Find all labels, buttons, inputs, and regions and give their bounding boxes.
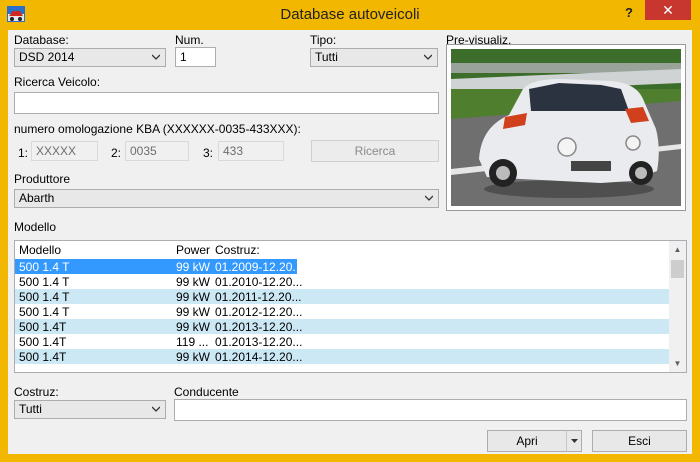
kba-field3-label: 3:: [203, 146, 214, 160]
column-header-power[interactable]: Power: [176, 243, 210, 257]
tipo-select-value: Tutti: [315, 50, 338, 64]
produttore-select-value: Abarth: [19, 191, 55, 205]
scroll-down-icon[interactable]: ▼: [669, 355, 686, 372]
table-row[interactable]: 500 1.4 T 99 kW 01.2010-12.20...: [15, 274, 670, 289]
row-model: 500 1.4T: [19, 320, 67, 334]
produttore-select[interactable]: Abarth: [14, 189, 439, 208]
row-power: 119 ...: [176, 335, 209, 349]
window-title: Database autoveicoli: [280, 6, 420, 23]
row-power: 99 kW: [176, 320, 211, 334]
vehicle-preview-image: [446, 44, 686, 211]
row-model: 500 1.4 T: [19, 290, 70, 304]
modello-list-header: Modello Power Costruz:: [15, 241, 670, 258]
kba-field2-input[interactable]: 0035: [125, 141, 189, 161]
chevron-down-icon: [152, 406, 160, 412]
database-select-value: DSD 2014: [19, 50, 75, 64]
database-select[interactable]: DSD 2014: [14, 48, 166, 67]
row-power: 99 kW: [176, 260, 211, 274]
database-label: Database:: [14, 33, 69, 47]
column-header-modello[interactable]: Modello: [19, 243, 61, 257]
table-row[interactable]: 500 1.4T 99 kW 01.2013-12.20...: [15, 319, 670, 334]
row-power: 99 kW: [176, 305, 211, 319]
conducente-input[interactable]: [174, 399, 687, 421]
kba-field3-input[interactable]: 433: [218, 141, 284, 161]
ricerca-veicolo-label: Ricerca Veicolo:: [14, 75, 101, 89]
chevron-down-icon: [424, 54, 432, 60]
row-costruz: 01.2014-12.20...: [215, 350, 303, 364]
num-input[interactable]: 1: [175, 47, 216, 67]
row-model: 500 1.4T: [19, 350, 67, 364]
costruz-select-value: Tutti: [19, 402, 42, 416]
tipo-select[interactable]: Tutti: [310, 48, 438, 67]
modello-list-scrollbar[interactable]: ▲ ▼: [669, 241, 686, 372]
column-header-costruz[interactable]: Costruz:: [215, 243, 260, 257]
row-power: 99 kW: [176, 290, 211, 304]
title-bar: Database autoveicoli ? ✕: [0, 0, 700, 30]
scroll-thumb[interactable]: [671, 260, 684, 278]
row-costruz: 01.2009-12.20...: [215, 260, 303, 274]
help-button[interactable]: ?: [617, 3, 641, 23]
chevron-down-icon: [152, 54, 160, 60]
chevron-down-icon: [425, 195, 433, 201]
close-button[interactable]: Esci: [592, 430, 687, 452]
scroll-up-icon[interactable]: ▲: [669, 241, 686, 258]
row-costruz: 01.2010-12.20...: [215, 275, 303, 289]
row-model: 500 1.4 T: [19, 260, 70, 274]
chevron-down-icon: [571, 439, 578, 443]
row-model: 500 1.4T: [19, 335, 67, 349]
ricerca-button[interactable]: Ricerca: [311, 140, 439, 162]
table-row[interactable]: 500 1.4 T 99 kW 01.2009-12.20...: [15, 259, 670, 274]
row-power: 99 kW: [176, 275, 211, 289]
table-row[interactable]: 500 1.4 T 99 kW 01.2012-12.20...: [15, 304, 670, 319]
tipo-label: Tipo:: [310, 33, 337, 47]
num-label: Num.: [175, 33, 204, 47]
kba-label: numero omologazione KBA (XXXXXX-0035-433…: [14, 122, 301, 136]
kba-field1-input[interactable]: XXXXX: [31, 141, 98, 161]
modello-label: Modello: [14, 220, 57, 234]
kba-field2-label: 2:: [111, 146, 122, 160]
modello-list[interactable]: Modello Power Costruz: 500 1.4 T 99 kW 0…: [14, 240, 687, 373]
costruz-select[interactable]: Tutti: [14, 400, 166, 419]
row-costruz: 01.2011-12.20...: [215, 290, 302, 304]
ricerca-veicolo-input[interactable]: [14, 92, 439, 114]
row-costruz: 01.2013-12.20...: [215, 320, 303, 334]
row-costruz: 01.2012-12.20...: [215, 305, 303, 319]
close-window-button[interactable]: ✕: [645, 0, 691, 20]
conducente-label: Conducente: [174, 385, 239, 399]
open-menu-button[interactable]: [566, 430, 582, 452]
table-row[interactable]: 500 1.4T 99 kW 01.2014-12.20...: [15, 349, 670, 364]
row-model: 500 1.4 T: [19, 305, 70, 319]
kba-field1-label: 1:: [18, 146, 29, 160]
row-model: 500 1.4 T: [19, 275, 70, 289]
produttore-label: Produttore: [14, 172, 71, 186]
costruz-label: Costruz:: [14, 385, 59, 399]
open-button[interactable]: Apri: [487, 430, 567, 452]
table-row[interactable]: 500 1.4T 119 ... 01.2013-12.20...: [15, 334, 670, 349]
dialog-client-area: Database: DSD 2014 Num. 1 Tipo: Tutti Pr…: [8, 30, 692, 454]
row-power: 99 kW: [176, 350, 211, 364]
row-costruz: 01.2013-12.20...: [215, 335, 303, 349]
table-row[interactable]: 500 1.4 T 99 kW 01.2011-12.20...: [15, 289, 670, 304]
